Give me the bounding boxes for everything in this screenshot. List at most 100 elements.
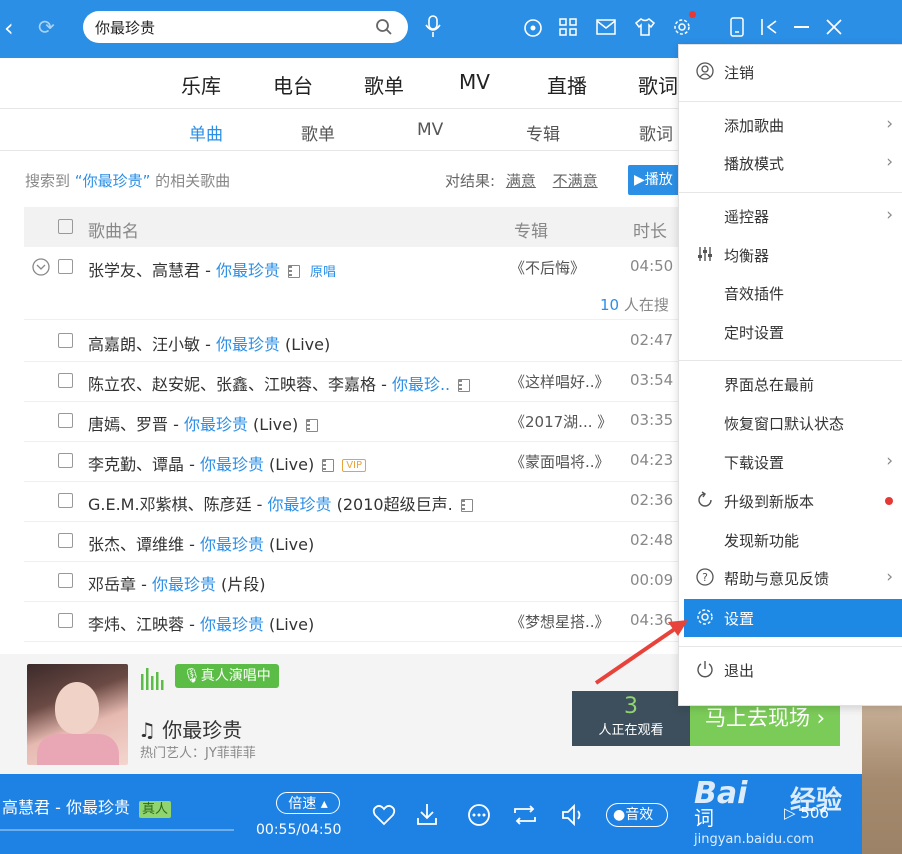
more-icon[interactable] — [467, 803, 491, 827]
loop-icon[interactable] — [512, 804, 538, 826]
row-checkbox[interactable] — [58, 453, 73, 468]
menu-item-equalizer[interactable]: 均衡器 — [679, 236, 902, 274]
menu-item-always-on-top[interactable]: 界面总在最前 — [679, 365, 902, 403]
tab-mv[interactable]: MV — [459, 70, 490, 94]
search-icon[interactable] — [375, 18, 393, 36]
album-name[interactable]: 《这样唱好..》 — [510, 371, 610, 392]
mv-film-icon[interactable] — [460, 499, 473, 512]
search-input[interactable]: 你最珍贵 — [95, 17, 155, 38]
speed-button[interactable]: 倍速 ▴ — [276, 792, 340, 814]
tab-playlist[interactable]: 歌单 — [364, 70, 404, 99]
menu-item-help[interactable]: ? 帮助与意见反馈 › — [679, 559, 902, 597]
live-thumbnail[interactable] — [27, 664, 128, 765]
row-checkbox[interactable] — [58, 333, 73, 348]
subtab-lyrics[interactable]: 歌词 — [639, 120, 673, 145]
microphone-icon[interactable] — [424, 15, 442, 39]
tab-library[interactable]: 乐库 — [181, 70, 221, 99]
song-title-link[interactable]: 你最珍贵 — [200, 615, 264, 634]
song-title-link[interactable]: 你最珍贵 — [200, 535, 264, 554]
subtab-albums[interactable]: 专辑 — [526, 120, 560, 145]
table-row[interactable]: 张学友、高慧君 - 你最珍贵 原唱 《不后悔》 04:50 10 人在搜 — [24, 247, 684, 320]
song-title-link[interactable]: 你最珍贵 — [268, 495, 332, 514]
song-title-link[interactable]: 你最珍.. — [392, 375, 450, 394]
subtab-songs[interactable]: 单曲 — [189, 120, 223, 145]
sound-effect-button[interactable]: ●音效 — [606, 803, 668, 827]
table-row[interactable]: 张杰、谭维维 - 你最珍贵 (Live) 02:48 — [24, 521, 684, 562]
album-name[interactable]: 《蒙面唱将..》 — [510, 451, 610, 472]
satisfied-link[interactable]: 满意 — [506, 172, 536, 190]
volume-icon[interactable] — [560, 803, 586, 827]
menu-item-quit[interactable]: 退出 — [679, 651, 902, 689]
skin-tshirt-icon[interactable] — [634, 17, 656, 37]
menu-item-restore-window[interactable]: 恢复窗口默认状态 — [679, 404, 902, 442]
mv-film-icon[interactable] — [306, 419, 319, 432]
play-all-button[interactable]: ▶播放 — [628, 165, 684, 195]
apps-grid-icon[interactable] — [559, 18, 577, 36]
menu-item-effects-plugin[interactable]: 音效插件 — [679, 274, 902, 312]
table-row[interactable]: 李炜、江映蓉 - 你最珍贵 (Live) 《梦想星搭..》 04:36 — [24, 601, 684, 642]
row-checkbox[interactable] — [58, 613, 73, 628]
menu-item-download-settings[interactable]: 下载设置 › — [679, 443, 902, 481]
song-title-link[interactable]: 你最珍贵 — [184, 415, 248, 434]
unsatisfied-link[interactable]: 不满意 — [553, 172, 598, 190]
table-row[interactable]: 唐嫣、罗晋 - 你最珍贵 (Live) 《2017湖... 》 03:35 — [24, 401, 684, 442]
mv-film-icon[interactable] — [458, 379, 471, 392]
song-title-link[interactable]: 你最珍贵 — [200, 455, 264, 474]
close-icon[interactable] — [826, 19, 842, 35]
song-name: G.E.M.邓紫棋、陈彦廷 - 你最珍贵 (2010超级巨声. — [88, 491, 473, 515]
column-duration[interactable]: 时长 — [633, 217, 667, 242]
settings-gear-icon[interactable] — [671, 16, 693, 38]
subtab-playlists[interactable]: 歌单 — [301, 120, 335, 145]
menu-item-new-features[interactable]: 发现新功能 — [679, 521, 902, 559]
chevron-right-icon: › — [886, 114, 893, 134]
search-box[interactable]: 你最珍贵 — [83, 11, 408, 43]
tab-live[interactable]: 直播 — [547, 70, 587, 99]
heart-icon[interactable] — [372, 804, 396, 826]
menu-item-timer[interactable]: 定时设置 — [679, 313, 902, 351]
table-row[interactable]: 邓岳章 - 你最珍贵 (片段) 00:09 — [24, 561, 684, 602]
menu-item-remote[interactable]: 遥控器 › — [679, 197, 902, 235]
menu-item-upgrade[interactable]: 升级到新版本 — [679, 482, 902, 520]
update-dot — [885, 497, 893, 505]
menu-item-add-song[interactable]: 添加歌曲 › — [679, 106, 902, 144]
column-album[interactable]: 专辑 — [514, 217, 548, 242]
column-song[interactable]: 歌曲名 — [88, 217, 139, 242]
menu-item-logout[interactable]: 注销 — [679, 53, 902, 91]
row-checkbox[interactable] — [58, 413, 73, 428]
table-row[interactable]: 高嘉朗、汪小敏 - 你最珍贵 (Live) 02:47 — [24, 321, 684, 362]
expand-icon[interactable] — [32, 258, 50, 276]
mv-film-icon[interactable] — [322, 459, 335, 472]
song-title-link[interactable]: 你最珍贵 — [152, 575, 216, 594]
menu-item-settings[interactable]: 设置 — [684, 599, 902, 637]
row-checkbox[interactable] — [58, 493, 73, 508]
mini-mode-icon[interactable] — [760, 17, 778, 37]
row-checkbox[interactable] — [58, 573, 73, 588]
download-icon[interactable] — [415, 802, 439, 828]
radio-icon[interactable] — [523, 18, 543, 38]
minimize-icon[interactable] — [794, 26, 809, 28]
table-row[interactable]: 李克勤、谭晶 - 你最珍贵 (Live) VIP 《蒙面唱将..》 04:23 — [24, 441, 684, 482]
now-playing[interactable]: 高慧君 - 你最珍贵 真人 — [2, 794, 172, 818]
song-name: 唐嫣、罗晋 - 你最珍贵 (Live) — [88, 411, 319, 435]
mail-icon[interactable] — [596, 19, 616, 35]
album-name[interactable]: 《不后悔》 — [510, 257, 585, 278]
album-name[interactable]: 《2017湖... 》 — [510, 411, 612, 432]
song-title-link[interactable]: 你最珍贵 — [216, 335, 280, 354]
tab-lyrics[interactable]: 歌词 — [638, 70, 678, 99]
mv-film-icon[interactable] — [287, 265, 300, 278]
back-icon[interactable]: ‹ — [4, 14, 14, 42]
progress-track[interactable] — [0, 829, 234, 831]
menu-item-play-mode[interactable]: 播放模式 › — [679, 144, 902, 182]
tab-radio[interactable]: 电台 — [273, 70, 313, 99]
equalizer-bars-icon — [141, 668, 164, 690]
mobile-icon[interactable] — [730, 17, 744, 37]
subtab-mv[interactable]: MV — [417, 120, 443, 140]
song-title-link[interactable]: 你最珍贵 — [216, 261, 280, 280]
row-checkbox[interactable] — [58, 259, 73, 274]
table-row[interactable]: 陈立农、赵安妮、张鑫、江映蓉、李嘉格 - 你最珍.. 《这样唱好..》 03:5… — [24, 361, 684, 402]
select-all-checkbox[interactable] — [58, 219, 73, 234]
table-row[interactable]: G.E.M.邓紫棋、陈彦廷 - 你最珍贵 (2010超级巨声. 02:36 — [24, 481, 684, 522]
row-checkbox[interactable] — [58, 533, 73, 548]
row-checkbox[interactable] — [58, 373, 73, 388]
refresh-icon[interactable]: ⟳ — [38, 15, 55, 39]
